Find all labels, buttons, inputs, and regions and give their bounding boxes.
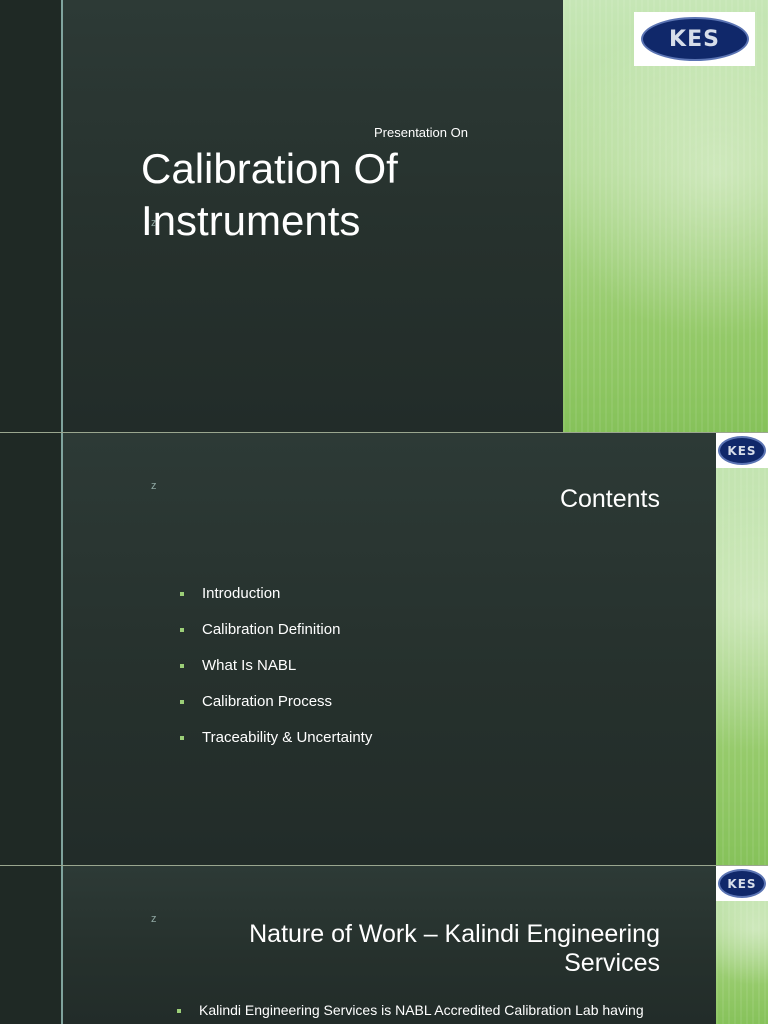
nature-bullet-item: Kalindi Engineering Services is NABL Acc…	[177, 1002, 677, 1018]
contents-item: Calibration Definition	[180, 621, 372, 657]
slide-title-line1: Calibration Of	[141, 145, 398, 192]
section-title-line1: Nature of Work – Kalindi Engineering	[249, 920, 660, 948]
green-side-panel	[716, 433, 768, 865]
nature-bullet-list: Kalindi Engineering Services is NABL Acc…	[177, 1002, 677, 1018]
contents-item: Calibration Process	[180, 693, 372, 729]
kes-logo: KES	[634, 12, 755, 66]
z-mark: z	[151, 217, 157, 229]
slide-contents: KES z Contents Introduction Calibration …	[0, 433, 768, 865]
contents-item: What Is NABL	[180, 657, 372, 693]
contents-list: Introduction Calibration Definition What…	[180, 585, 372, 765]
kes-logo-oval: KES	[640, 17, 749, 61]
slide-title-line2: Instruments	[141, 197, 361, 244]
slide-divider-line	[61, 866, 63, 1024]
slide-title: KES Presentation On Calibration Of Instr…	[0, 0, 768, 432]
contents-item: Introduction	[180, 585, 372, 621]
section-title-line2: Services	[564, 949, 660, 977]
kes-logo-text: KES	[727, 876, 757, 891]
z-mark: z	[151, 913, 157, 925]
slide-divider-line	[61, 433, 63, 865]
contents-title: Contents	[559, 485, 660, 513]
kes-logo-text: KES	[669, 26, 720, 52]
kes-logo: KES	[716, 433, 768, 468]
presentation-on-label: Presentation On	[374, 125, 468, 140]
kes-logo: KES	[716, 866, 768, 901]
slide-nature-of-work: KES z Nature of Work – Kalindi Engineeri…	[0, 866, 768, 1024]
contents-item: Traceability & Uncertainty	[180, 729, 372, 765]
z-mark: z	[151, 480, 157, 492]
kes-logo-oval: KES	[718, 869, 766, 898]
slide-divider-line	[61, 0, 63, 432]
kes-logo-oval: KES	[718, 436, 766, 465]
kes-logo-text: KES	[727, 443, 757, 458]
